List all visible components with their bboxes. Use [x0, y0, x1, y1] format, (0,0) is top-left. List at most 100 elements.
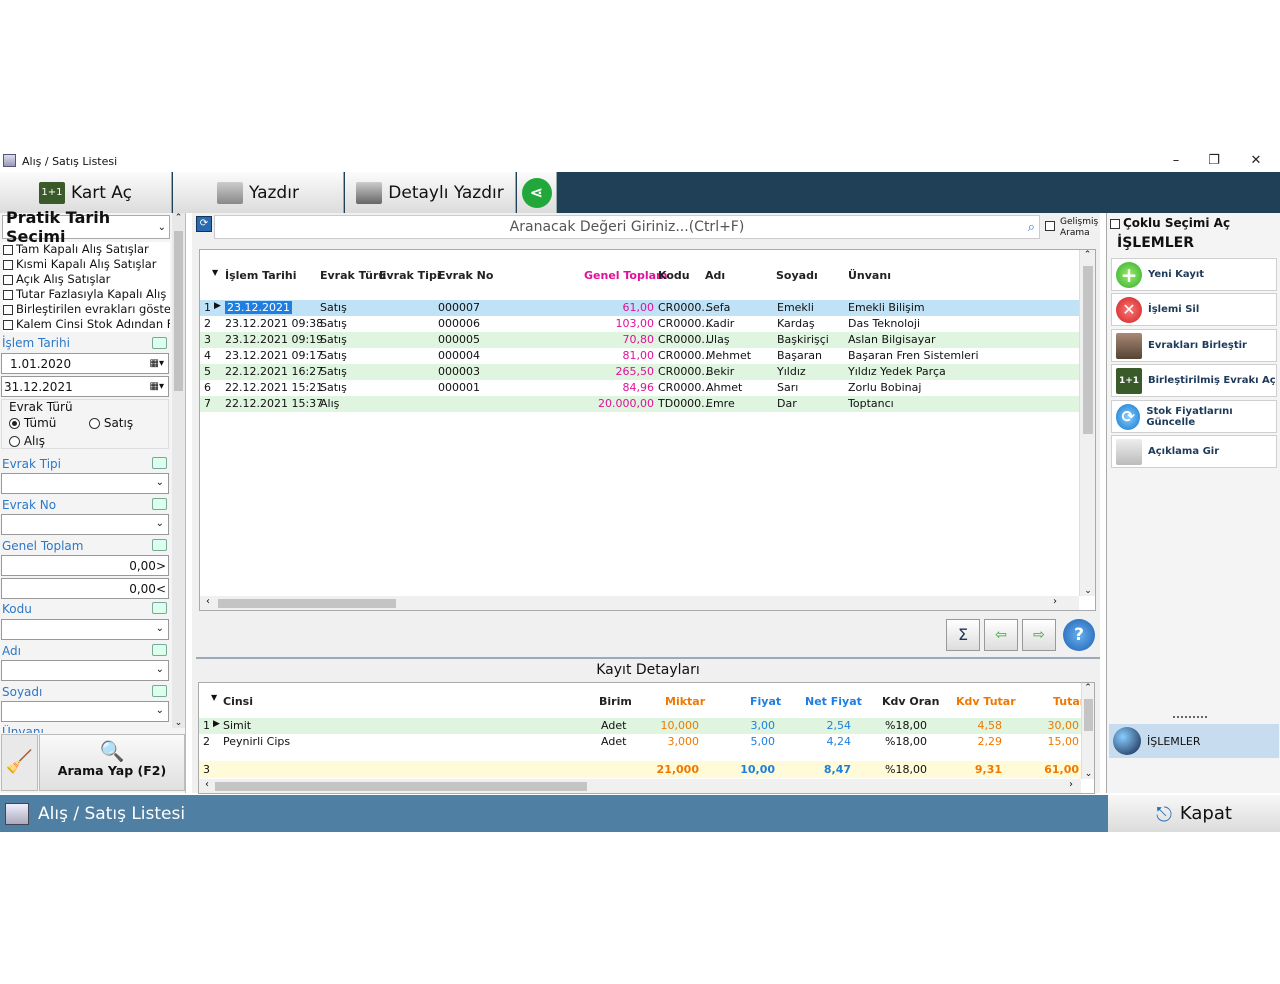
evrak-no-select[interactable]: ⌄: [1, 514, 169, 535]
table-row[interactable]: 2 23.12.2021 09:38 Satış 000006 103,00 CR0000…: [200, 316, 1079, 332]
left-scrollbar[interactable]: ⌃ ⌄: [172, 213, 185, 728]
scroll-thumb[interactable]: [1083, 266, 1093, 434]
clear-filter-icon[interactable]: [152, 539, 167, 551]
check-item[interactable]: Tutar Fazlasıyla Kapalı Alış S: [3, 287, 170, 302]
sort-icon[interactable]: ▼: [211, 693, 217, 702]
prev-button[interactable]: ⇦: [984, 619, 1018, 651]
clear-filter-icon[interactable]: [152, 498, 167, 510]
check-item[interactable]: Kalem Cinsi Stok Adından Fa: [3, 317, 170, 332]
clear-filter-icon[interactable]: [152, 602, 167, 614]
checkbox[interactable]: [3, 274, 13, 285]
col-soyadi[interactable]: Soyadı: [776, 269, 818, 282]
col-adi[interactable]: Adı: [705, 269, 725, 282]
col-genel-toplam[interactable]: Genel Toplam: [584, 269, 668, 282]
scroll-thumb[interactable]: [1084, 699, 1093, 731]
gelismis-arama-toggle[interactable]: Gelişmiş Arama: [1044, 216, 1100, 240]
scroll-thumb[interactable]: [218, 599, 396, 608]
stok-fiyat-guncelle-button[interactable]: ⟳ Stok Fiyatlarını Güncelle: [1111, 400, 1277, 433]
clear-filter-icon[interactable]: [152, 644, 167, 656]
clear-all-button[interactable]: 🧹: [1, 734, 38, 791]
checkbox[interactable]: [3, 304, 13, 315]
scroll-left-icon[interactable]: ‹: [206, 596, 210, 607]
scroll-thumb[interactable]: [215, 782, 587, 791]
calendar-icon[interactable]: ▦▾: [150, 358, 164, 369]
scroll-right-icon[interactable]: ›: [1069, 779, 1073, 790]
radio-icon[interactable]: [9, 418, 20, 429]
kart-ac-button[interactable]: 1+1 Kart Aç: [0, 172, 172, 213]
search-input[interactable]: Aranacak Değeri Giriniz...(Ctrl+F) ⌕: [214, 215, 1040, 239]
genel-toplam-min[interactable]: 0,00>: [1, 555, 169, 576]
col-kdv-tutar[interactable]: Kdv Tutar: [956, 695, 1016, 708]
col-cinsi[interactable]: Cinsi: [223, 695, 253, 708]
checkbox[interactable]: [1045, 221, 1055, 231]
col-evrak-no[interactable]: Evrak No: [438, 269, 493, 282]
scroll-left-icon[interactable]: ‹: [205, 779, 209, 790]
kapat-button[interactable]: ⎋ Kapat: [1108, 795, 1280, 832]
clear-filter-icon[interactable]: [152, 685, 167, 697]
help-button[interactable]: ?: [1063, 619, 1095, 651]
checkbox[interactable]: [3, 319, 13, 330]
pratik-tarih-select[interactable]: Pratik Tarih Seçimi ⌄: [2, 208, 170, 246]
scroll-up-icon[interactable]: ⌃: [1080, 250, 1095, 260]
table-row[interactable]: 6 22.12.2021 15:21 Satış 000001 84,96 CR0000.…: [200, 380, 1079, 396]
grid-hscroll[interactable]: ‹ ›: [200, 596, 1079, 610]
col-islem-tarihi[interactable]: İşlem Tarihi: [225, 269, 296, 282]
table-row[interactable]: 7 22.12.2021 15:37 Alış 20.000,00 TD0000... E…: [200, 396, 1079, 412]
col-unvani[interactable]: Ünvanı: [848, 269, 891, 282]
col-fiyat[interactable]: Fiyat: [750, 695, 781, 708]
checkbox[interactable]: [3, 259, 13, 270]
nav-islemler[interactable]: İŞLEMLER: [1109, 724, 1279, 758]
radio-satis[interactable]: Satış: [89, 416, 133, 430]
grid-vscroll[interactable]: ⌃ ⌄: [1079, 250, 1095, 596]
check-item[interactable]: Birleştirilen evrakları göster: [3, 302, 170, 317]
adi-select[interactable]: ⌄: [1, 660, 169, 681]
yazdir-button[interactable]: Yazdır: [173, 172, 344, 213]
scroll-down-icon[interactable]: ⌄: [172, 718, 185, 728]
scroll-down-icon[interactable]: ⌄: [1080, 586, 1096, 596]
sort-icon[interactable]: ▼: [212, 268, 218, 277]
refresh-icon[interactable]: ⟳: [196, 216, 212, 232]
detayli-yazdir-button[interactable]: Detaylı Yazdır: [345, 172, 516, 213]
islemi-sil-button[interactable]: ✕ İşlemi Sil: [1111, 293, 1277, 326]
genel-toplam-max[interactable]: 0,00<: [1, 578, 169, 599]
yeni-kayit-button[interactable]: + Yeni Kayıt: [1111, 258, 1277, 291]
evrak-tipi-select[interactable]: ⌄: [1, 473, 169, 494]
birlestirilmis-evrak-ac-button[interactable]: 1+1 Birleştirilmiş Evrakı Aç: [1111, 364, 1277, 397]
date-from-field[interactable]: 1.01.2020 ▦▾: [1, 353, 169, 374]
radio-icon[interactable]: [9, 436, 20, 447]
kodu-select[interactable]: ⌄: [1, 619, 169, 640]
date-to-field[interactable]: 31.12.2021 ▦▾: [1, 376, 169, 397]
scroll-up-icon[interactable]: ⌃: [172, 213, 185, 223]
table-row[interactable]: 4 23.12.2021 09:17 Satış 000004 81,00 CR0000.…: [200, 348, 1079, 364]
share-button[interactable]: ⋖: [517, 172, 557, 213]
minimize-button[interactable]: –: [1156, 150, 1196, 172]
calendar-icon[interactable]: ▦▾: [150, 381, 164, 392]
col-evrak-tipi[interactable]: Evrak Tipi: [379, 269, 441, 282]
details-vscroll[interactable]: ⌃ ⌄: [1081, 683, 1094, 779]
evraklari-birlestir-button[interactable]: Evrakları Birleştir: [1111, 329, 1277, 362]
clear-filter-icon[interactable]: [152, 457, 167, 469]
col-evrak-turu[interactable]: Evrak Türü: [320, 269, 386, 282]
col-miktar[interactable]: Miktar: [665, 695, 705, 708]
table-row[interactable]: 3 23.12.2021 09:19 Satış 000005 70,80 CR0000.…: [200, 332, 1079, 348]
details-hscroll[interactable]: ‹ ›: [199, 779, 1081, 793]
coklu-secim-toggle[interactable]: Çoklu Seçimi Aç: [1110, 216, 1230, 230]
table-row[interactable]: 5 22.12.2021 16:27 Satış 000003 265,50 CR0000…: [200, 364, 1079, 380]
col-kdv-oran[interactable]: Kdv Oran: [882, 695, 939, 708]
search-button[interactable]: 🔍 Arama Yap (F2): [39, 734, 185, 791]
close-button[interactable]: ✕: [1236, 150, 1276, 172]
checkbox[interactable]: [3, 244, 13, 255]
check-item[interactable]: Açık Alış Satışlar: [3, 272, 170, 287]
clear-filter-icon[interactable]: [152, 337, 167, 349]
splitter-grip[interactable]: [1173, 716, 1207, 719]
scroll-right-icon[interactable]: ›: [1053, 596, 1057, 607]
scroll-thumb[interactable]: [174, 231, 183, 391]
radio-tumu[interactable]: Tümü: [9, 416, 56, 430]
search-icon[interactable]: ⌕: [1028, 220, 1035, 235]
detail-row[interactable]: 2 Peynirli Cips Adet 3,000 5,00 4,24 %18,00 2,2…: [199, 734, 1081, 750]
check-item[interactable]: Kısmi Kapalı Alış Satışlar: [3, 257, 170, 272]
detail-row[interactable]: 1 Simit Adet 10,000 3,00 2,54 %18,00 4,58 30,00 ▶: [199, 718, 1081, 734]
checkbox[interactable]: [3, 289, 13, 300]
col-net-fiyat[interactable]: Net Fiyat: [805, 695, 862, 708]
restore-button[interactable]: ❐: [1194, 150, 1234, 172]
